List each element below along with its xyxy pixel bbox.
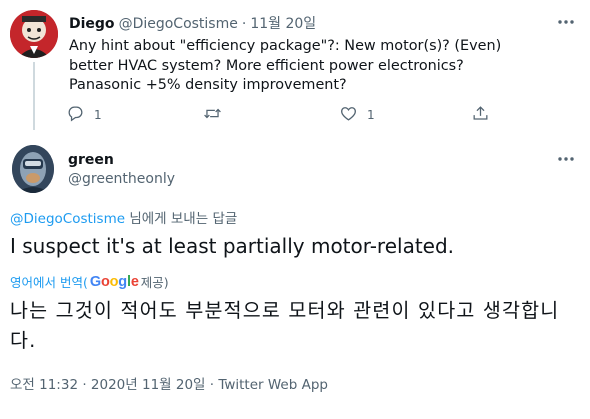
like-count: 1: [367, 108, 375, 122]
timestamp[interactable]: 11월 20일: [250, 13, 316, 33]
like-button[interactable]: 1: [339, 104, 375, 126]
more-icon[interactable]: [556, 149, 576, 169]
separator: ·: [241, 16, 247, 32]
translation-attribution: 영어에서 번역( Google 제공): [10, 272, 169, 291]
more-icon[interactable]: [556, 12, 576, 32]
replying-to: @DiegoCostisme 님에게 보내는 답글: [10, 207, 237, 227]
share-icon: [471, 104, 490, 126]
tweet-text: Any hint about "efficiency package"?: Ne…: [69, 38, 502, 93]
handle[interactable]: @greentheonly: [68, 171, 175, 187]
tweet-header: Diego @DiegoCostisme · 11월 20일: [69, 13, 316, 33]
reply-icon: [66, 104, 85, 126]
reply-count: 1: [94, 108, 102, 122]
handle[interactable]: @DiegoCostisme: [119, 16, 238, 32]
replying-to-label: 님에게 보내는 답글: [125, 211, 238, 227]
tweet-meta[interactable]: 오전 11:32 · 2020년 11월 20일 · Twitter Web A…: [10, 373, 328, 393]
translate-provider-suffix: 제공): [140, 275, 169, 290]
avatar[interactable]: [12, 145, 54, 193]
parent-tweet[interactable]: Diego @DiegoCostisme · 11월 20일 Any hint …: [0, 0, 590, 130]
thread-line: [33, 62, 35, 130]
translated-text: 나는 그것이 적어도 부분적으로 모터와 관련이 있다고 생각합니다.: [10, 299, 560, 352]
display-name[interactable]: Diego: [69, 16, 115, 32]
tweet-text: I suspect it's at least partially motor-…: [10, 234, 455, 258]
google-logo[interactable]: Google: [90, 274, 139, 290]
display-name[interactable]: green: [68, 152, 114, 168]
avatar[interactable]: [10, 10, 58, 58]
retweet-button[interactable]: [203, 104, 231, 126]
like-icon: [339, 104, 358, 126]
mention-link[interactable]: @DiegoCostisme: [10, 211, 125, 227]
reply-button[interactable]: 1: [66, 104, 102, 126]
share-button[interactable]: [471, 104, 490, 126]
retweet-icon: [203, 104, 222, 126]
translate-label: 영어에서 번역(: [10, 275, 88, 290]
